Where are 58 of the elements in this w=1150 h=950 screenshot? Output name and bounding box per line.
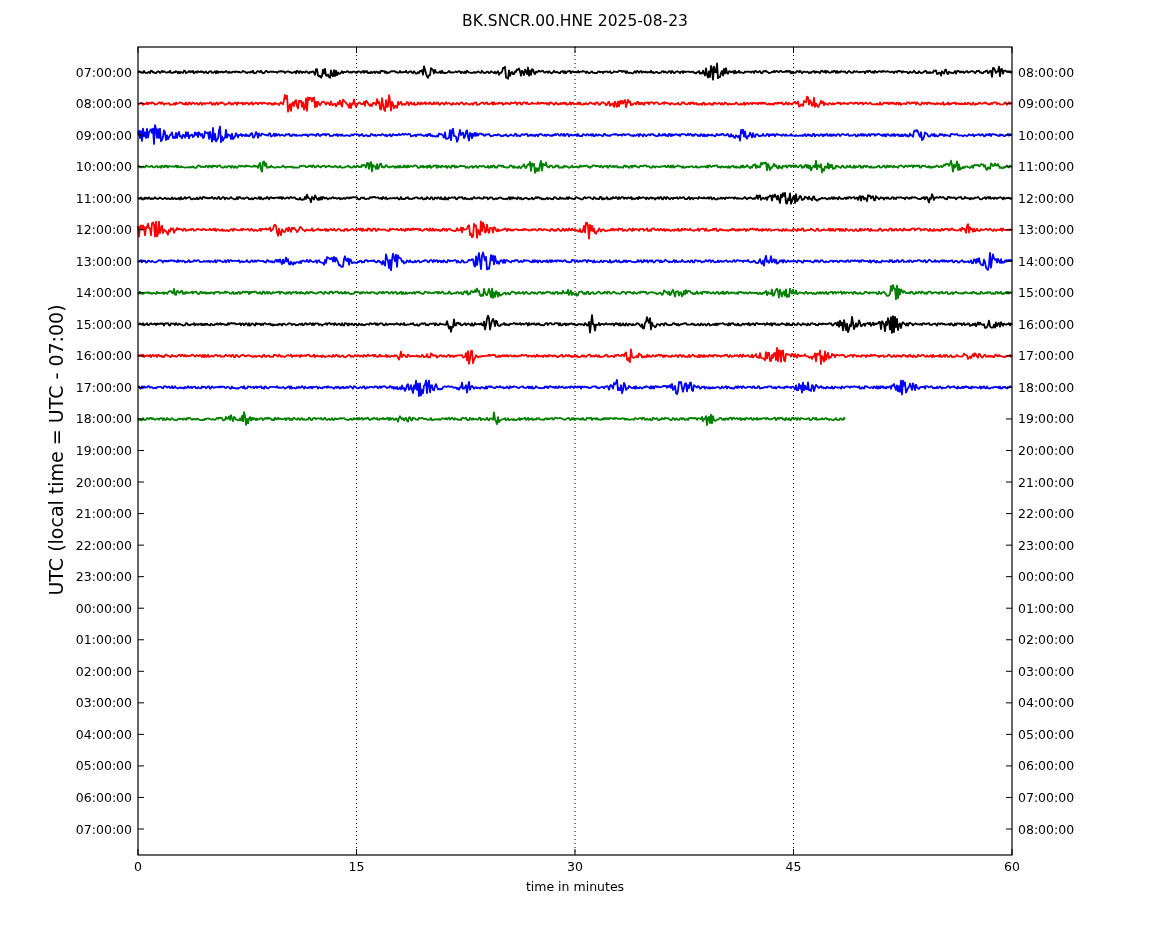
time-label: 07:00:00 [75,821,132,837]
time-label: 14:00:00 [75,285,132,301]
time-label: 03:00:00 [75,695,132,711]
time-label: 16:00:00 [75,348,132,364]
time-label: 20:00:00 [1018,443,1075,458]
time-label: 10:00:00 [75,159,132,175]
time-label: 05:00:00 [75,758,132,774]
time-label: 00:00:00 [75,600,132,616]
time-label: 08:00:00 [1018,821,1075,837]
time-label: 15:00:00 [75,316,132,332]
time-label: 17:00:00 [75,379,132,395]
time-label: 08:00:00 [75,96,132,112]
time-label: 14:00:00 [1018,253,1075,269]
time-label: 21:00:00 [75,506,132,522]
time-label: 11:00:00 [75,190,132,206]
y-axis-label: UTC (local time = UTC - 07:00) [45,304,67,596]
x-tick-label: 0 [134,859,142,874]
time-label: 23:00:00 [1018,537,1075,553]
x-tick-label: 30 [567,859,583,874]
time-label: 00:00:00 [1018,569,1075,585]
time-label: 11:00:00 [1018,159,1075,175]
time-label: 04:00:00 [75,726,132,742]
time-label: 03:00:00 [1018,663,1075,679]
x-tick-label: 60 [1004,859,1020,874]
chart-title: BK.SNCR.00.HNE 2025-08-23 [461,11,689,32]
x-tick-label: 45 [785,859,802,874]
time-label: 22:00:00 [1018,506,1075,522]
time-label: 10:00:00 [1018,127,1075,143]
time-label: 16:00:00 [1018,316,1075,332]
time-label: 12:00:00 [75,222,132,238]
time-label: 01:00:00 [1018,600,1075,616]
time-label: 06:00:00 [1018,758,1075,774]
x-axis-label: time in minutes [525,879,625,894]
time-label: 02:00:00 [75,663,132,679]
time-label: 19:00:00 [75,443,132,458]
time-label: 09:00:00 [75,127,132,143]
time-label: 06:00:00 [75,789,132,805]
time-label: 05:00:00 [1018,726,1075,742]
time-label: 23:00:00 [75,569,132,585]
time-label: 09:00:00 [1018,96,1075,112]
time-label: 18:00:00 [75,411,132,427]
time-label: 15:00:00 [1018,285,1075,301]
time-label: 04:00:00 [1018,695,1075,711]
time-label: 19:00:00 [1018,411,1075,427]
time-label: 13:00:00 [1018,222,1075,238]
time-label: 07:00:00 [1018,789,1075,805]
x-tick-label: 15 [348,859,365,874]
time-label: 02:00:00 [1018,632,1075,648]
time-label: 21:00:00 [1018,474,1075,490]
time-label: 13:00:00 [75,253,132,269]
time-label: 20:00:00 [75,474,132,490]
time-label: 17:00:00 [1018,348,1075,364]
time-label: 07:00:00 [75,64,132,80]
time-label: 01:00:00 [75,632,132,648]
time-label: 08:00:00 [1018,64,1075,80]
time-label: 18:00:00 [1018,379,1075,395]
time-label: 12:00:00 [1018,190,1075,206]
time-label: 22:00:00 [75,537,132,553]
